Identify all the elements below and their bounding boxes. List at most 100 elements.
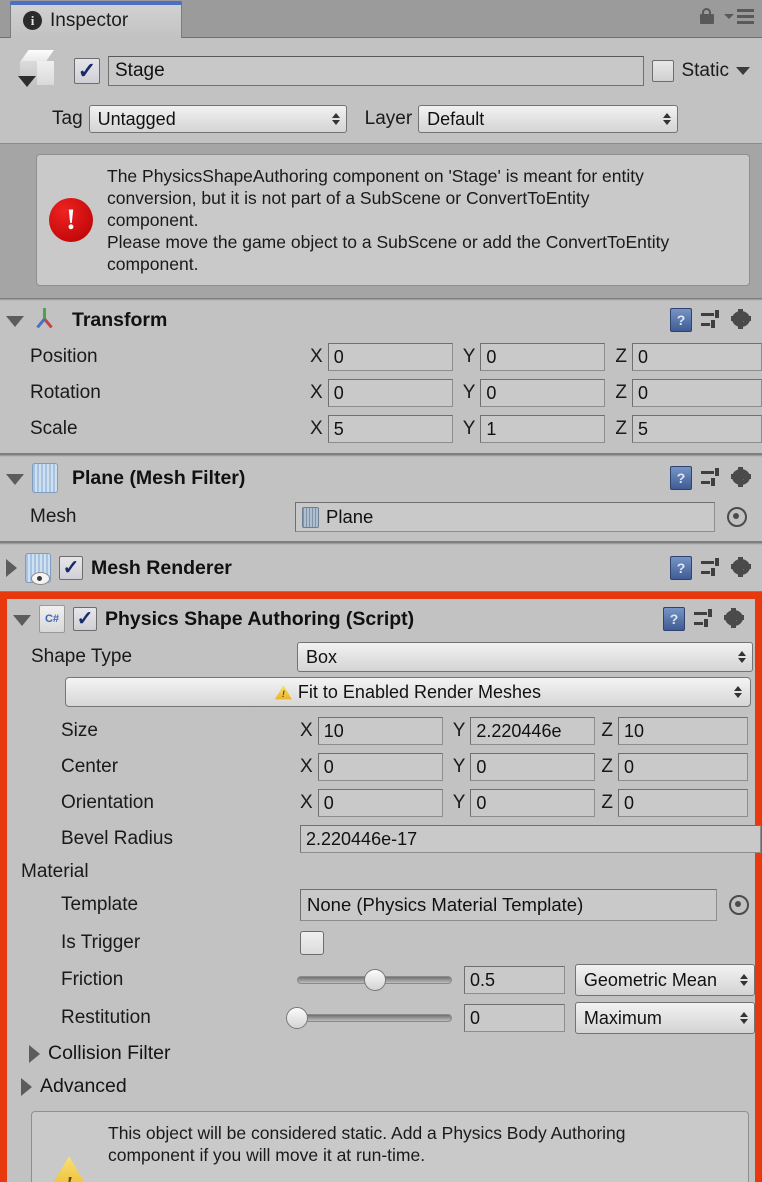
static-dropdown-icon[interactable] [736,67,750,75]
component-mesh-filter: Plane (Mesh Filter) ? Mesh Plane [0,457,762,543]
physics-shape-title: Physics Shape Authoring (Script) [105,607,415,630]
rotation-z-input[interactable]: 0 [632,379,762,408]
advanced-foldout[interactable]: Advanced [7,1070,755,1103]
restitution-label: Restitution [61,1007,151,1029]
component-transform: Transform ? Position X 0 Y 0 Z 0 Rotatio… [0,301,762,455]
shape-type-dropdown[interactable]: Box [297,642,753,673]
mesh-object-picker-icon[interactable] [727,507,747,528]
axis-y-label: Y [452,756,466,778]
template-object-picker-icon[interactable] [729,895,749,916]
size-y-input[interactable]: 2.220446e [470,717,596,746]
restitution-slider[interactable] [286,1007,453,1030]
physics-shape-warning-box: ! This object will be considered static.… [31,1111,749,1182]
mesh-object-field[interactable]: Plane [295,502,715,533]
help-icon[interactable]: ? [670,466,692,491]
mesh-renderer-header[interactable]: ✓ Mesh Renderer ? [0,545,762,592]
gear-icon[interactable] [731,557,754,579]
static-checkbox[interactable] [652,60,675,82]
gameobject-enabled-checkbox[interactable]: ✓ [74,58,100,84]
preset-icon[interactable] [701,309,723,331]
restitution-value-input[interactable]: 0 [464,1004,565,1033]
physics-shape-warning-text: This object will be considered static. A… [108,1123,626,1166]
mesh-filter-title: Plane (Mesh Filter) [72,466,246,489]
error-icon: ! [49,198,93,243]
size-x-input[interactable]: 10 [317,717,443,746]
axis-y-label: Y [452,792,466,814]
mesh-label: Mesh [30,506,77,528]
transform-scale-row: Scale X 5 Y 1 Z 5 [0,411,762,447]
bevel-radius-row: Bevel Radius 2.220446e-17 [7,821,761,857]
friction-combine-value: Geometric Mean [583,969,717,990]
help-icon[interactable]: ? [670,308,692,333]
fit-button-label: Fit to Enabled Render Meshes [297,681,542,702]
preset-icon[interactable] [701,467,723,489]
friction-label: Friction [61,969,124,991]
axis-z-label: Z [601,792,613,814]
collision-filter-foldout[interactable]: Collision Filter [7,1037,755,1070]
friction-slider-knob[interactable] [363,969,386,992]
tag-dropdown[interactable]: Untagged [88,105,347,133]
orientation-row: Orientation X 0 Y 0 Z 0 [7,785,755,821]
gear-icon[interactable] [731,467,754,489]
hamburger-menu-icon[interactable] [724,8,754,24]
gameobject-name-input[interactable]: Stage [108,56,645,86]
tab-inspector[interactable]: i Inspector [10,1,182,38]
preset-icon[interactable] [694,608,716,630]
orientation-z-input[interactable]: 0 [617,789,748,818]
restitution-slider-knob[interactable] [286,1007,308,1030]
size-z-input[interactable]: 10 [617,717,748,746]
advanced-label: Advanced [40,1075,127,1098]
physics-shape-header[interactable]: C# ✓ Physics Shape Authoring (Script) ? [7,599,755,640]
orientation-x-input[interactable]: 0 [317,789,443,818]
gear-icon[interactable] [724,608,747,630]
foldout-arrow-icon[interactable] [21,1077,32,1096]
mesh-renderer-icon [25,553,51,586]
is-trigger-checkbox[interactable] [300,931,324,956]
scale-y-input[interactable]: 1 [480,415,606,444]
orientation-vector3: X 0 Y 0 Z 0 [300,789,755,818]
help-icon[interactable]: ? [670,556,692,581]
foldout-arrow-icon[interactable] [13,615,31,627]
bevel-radius-label: Bevel Radius [61,828,173,850]
gear-icon[interactable] [731,309,754,331]
center-label: Center [61,756,119,778]
chevron-updown-icon [740,1012,749,1025]
foldout-arrow-icon[interactable] [6,474,24,486]
transform-header[interactable]: Transform ? [0,301,762,340]
layer-dropdown[interactable]: Default [418,105,679,133]
center-x-input[interactable]: 0 [317,753,443,782]
axis-x-label: X [300,720,313,742]
center-y-input[interactable]: 0 [470,753,596,782]
friction-combine-dropdown[interactable]: Geometric Mean [574,964,756,997]
axis-y-label: Y [462,346,476,368]
orientation-y-input[interactable]: 0 [470,789,596,818]
bevel-radius-input[interactable]: 2.220446e-17 [300,825,761,854]
axis-z-label: Z [615,382,627,404]
scale-z-input[interactable]: 5 [632,415,762,444]
position-x-input[interactable]: 0 [327,343,453,372]
chevron-updown-icon [331,113,340,125]
physics-shape-enabled-checkbox[interactable]: ✓ [73,607,97,632]
position-z-input[interactable]: 0 [632,343,762,372]
center-z-input[interactable]: 0 [617,753,748,782]
friction-value-input[interactable]: 0.5 [464,966,565,995]
mesh-renderer-title: Mesh Renderer [91,556,232,579]
lock-icon[interactable] [700,8,714,24]
help-icon[interactable]: ? [663,607,685,632]
foldout-arrow-icon[interactable] [6,559,17,578]
rotation-y-input[interactable]: 0 [480,379,606,408]
axis-z-label: Z [601,720,613,742]
fit-to-render-meshes-button[interactable]: ! Fit to Enabled Render Meshes [65,677,751,708]
template-object-field[interactable]: None (Physics Material Template) [300,889,717,922]
friction-slider[interactable] [297,969,453,992]
restitution-combine-dropdown[interactable]: Maximum [574,1002,756,1035]
foldout-arrow-icon[interactable] [29,1044,40,1063]
position-y-input[interactable]: 0 [480,343,606,372]
mesh-filter-header[interactable]: Plane (Mesh Filter) ? [0,457,762,500]
foldout-arrow-icon[interactable] [6,316,24,328]
preset-icon[interactable] [701,557,723,579]
scale-x-input[interactable]: 5 [327,415,453,444]
rotation-x-input[interactable]: 0 [327,379,453,408]
layer-value: Default [427,108,485,129]
mesh-renderer-enabled-checkbox[interactable]: ✓ [59,556,83,581]
